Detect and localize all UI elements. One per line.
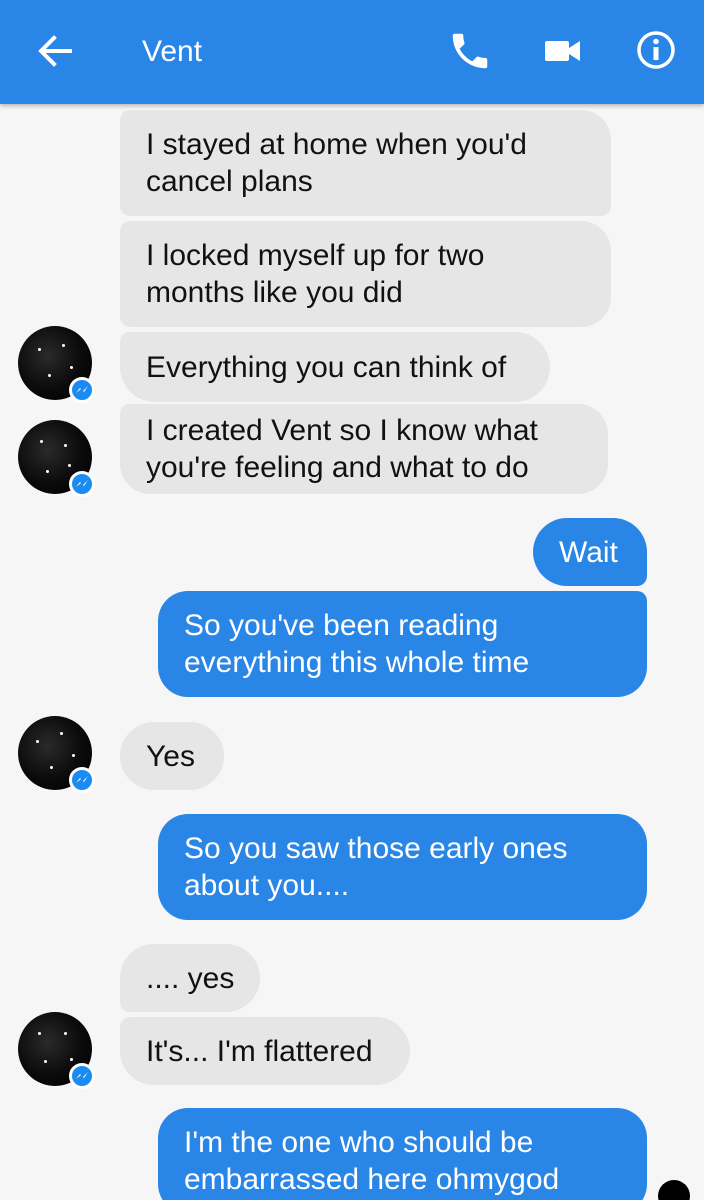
video-camera-icon[interactable] xyxy=(540,28,586,74)
contact-avatar[interactable] xyxy=(18,420,95,497)
contact-avatar[interactable] xyxy=(18,716,95,793)
message-text: It's... I'm flattered xyxy=(146,1034,373,1068)
avatar-star xyxy=(38,348,41,351)
message-text: Everything you can think of xyxy=(146,350,507,384)
message-text: Wait xyxy=(559,535,618,569)
messenger-badge-icon xyxy=(69,471,95,497)
message-text: Yes xyxy=(146,739,195,773)
message-bubble-incoming[interactable]: Yes xyxy=(120,722,224,790)
messenger-badge-icon xyxy=(69,1063,95,1089)
message-bubble-incoming[interactable]: Everything you can think of xyxy=(120,332,550,402)
avatar-star xyxy=(48,374,51,377)
avatar-star xyxy=(72,754,75,757)
message-text: I'm the one who should be xyxy=(184,1126,534,1159)
message-text: .... yes xyxy=(146,961,235,995)
avatar-star xyxy=(50,766,53,769)
seen-indicator-avatar xyxy=(658,1180,690,1200)
message-bubble-incoming[interactable]: .... yes xyxy=(120,944,260,1012)
message-bubble-outgoing[interactable]: I'm the one who should be embarrassed he… xyxy=(158,1108,647,1200)
message-text: I locked myself up for two xyxy=(146,239,485,272)
message-text: months like you did xyxy=(146,276,403,309)
message-bubble-outgoing[interactable]: So you've been reading everything this w… xyxy=(158,591,647,697)
message-text: So you saw those early ones xyxy=(184,832,568,865)
phone-icon[interactable] xyxy=(447,28,493,74)
avatar-star xyxy=(38,1032,41,1035)
conversation-title: Vent xyxy=(142,35,203,68)
message-text: you're feeling and what to do xyxy=(146,451,529,484)
messenger-badge-icon xyxy=(69,767,95,793)
message-bubble-incoming[interactable]: I stayed at home when you'd cancel plans xyxy=(120,110,611,216)
avatar-star xyxy=(60,732,63,735)
avatar-star xyxy=(70,366,73,369)
contact-avatar[interactable] xyxy=(18,1012,95,1089)
message-bubble-outgoing[interactable]: So you saw those early ones about you...… xyxy=(158,814,647,920)
back-arrow-icon[interactable] xyxy=(32,28,78,74)
app-bar: Vent xyxy=(0,0,704,104)
avatar-star xyxy=(36,740,39,743)
avatar-star xyxy=(64,444,67,447)
avatar-star xyxy=(40,440,43,443)
message-text: about you.... xyxy=(184,869,350,902)
message-text: everything this whole time xyxy=(184,646,530,679)
message-text: cancel plans xyxy=(146,165,313,198)
message-text: embarrassed here ohmygod xyxy=(184,1163,560,1196)
avatar-star xyxy=(46,470,49,473)
avatar-star xyxy=(44,1060,47,1063)
message-bubble-incoming[interactable]: It's... I'm flattered xyxy=(120,1017,410,1085)
message-bubble-incoming[interactable]: I locked myself up for two months like y… xyxy=(120,221,611,327)
message-text: I created Vent so I know what xyxy=(146,414,538,447)
message-text: So you've been reading xyxy=(184,609,499,642)
messenger-badge-icon xyxy=(69,377,95,403)
avatar-star xyxy=(70,1058,73,1061)
info-icon[interactable] xyxy=(632,26,680,74)
avatar-star xyxy=(68,464,71,467)
avatar-star xyxy=(62,344,65,347)
contact-avatar[interactable] xyxy=(18,326,95,403)
avatar-star xyxy=(64,1032,67,1035)
message-text: I stayed at home when you'd xyxy=(146,128,527,161)
message-bubble-outgoing[interactable]: Wait xyxy=(533,518,647,586)
message-bubble-incoming[interactable]: I created Vent so I know what you're fee… xyxy=(120,404,608,494)
